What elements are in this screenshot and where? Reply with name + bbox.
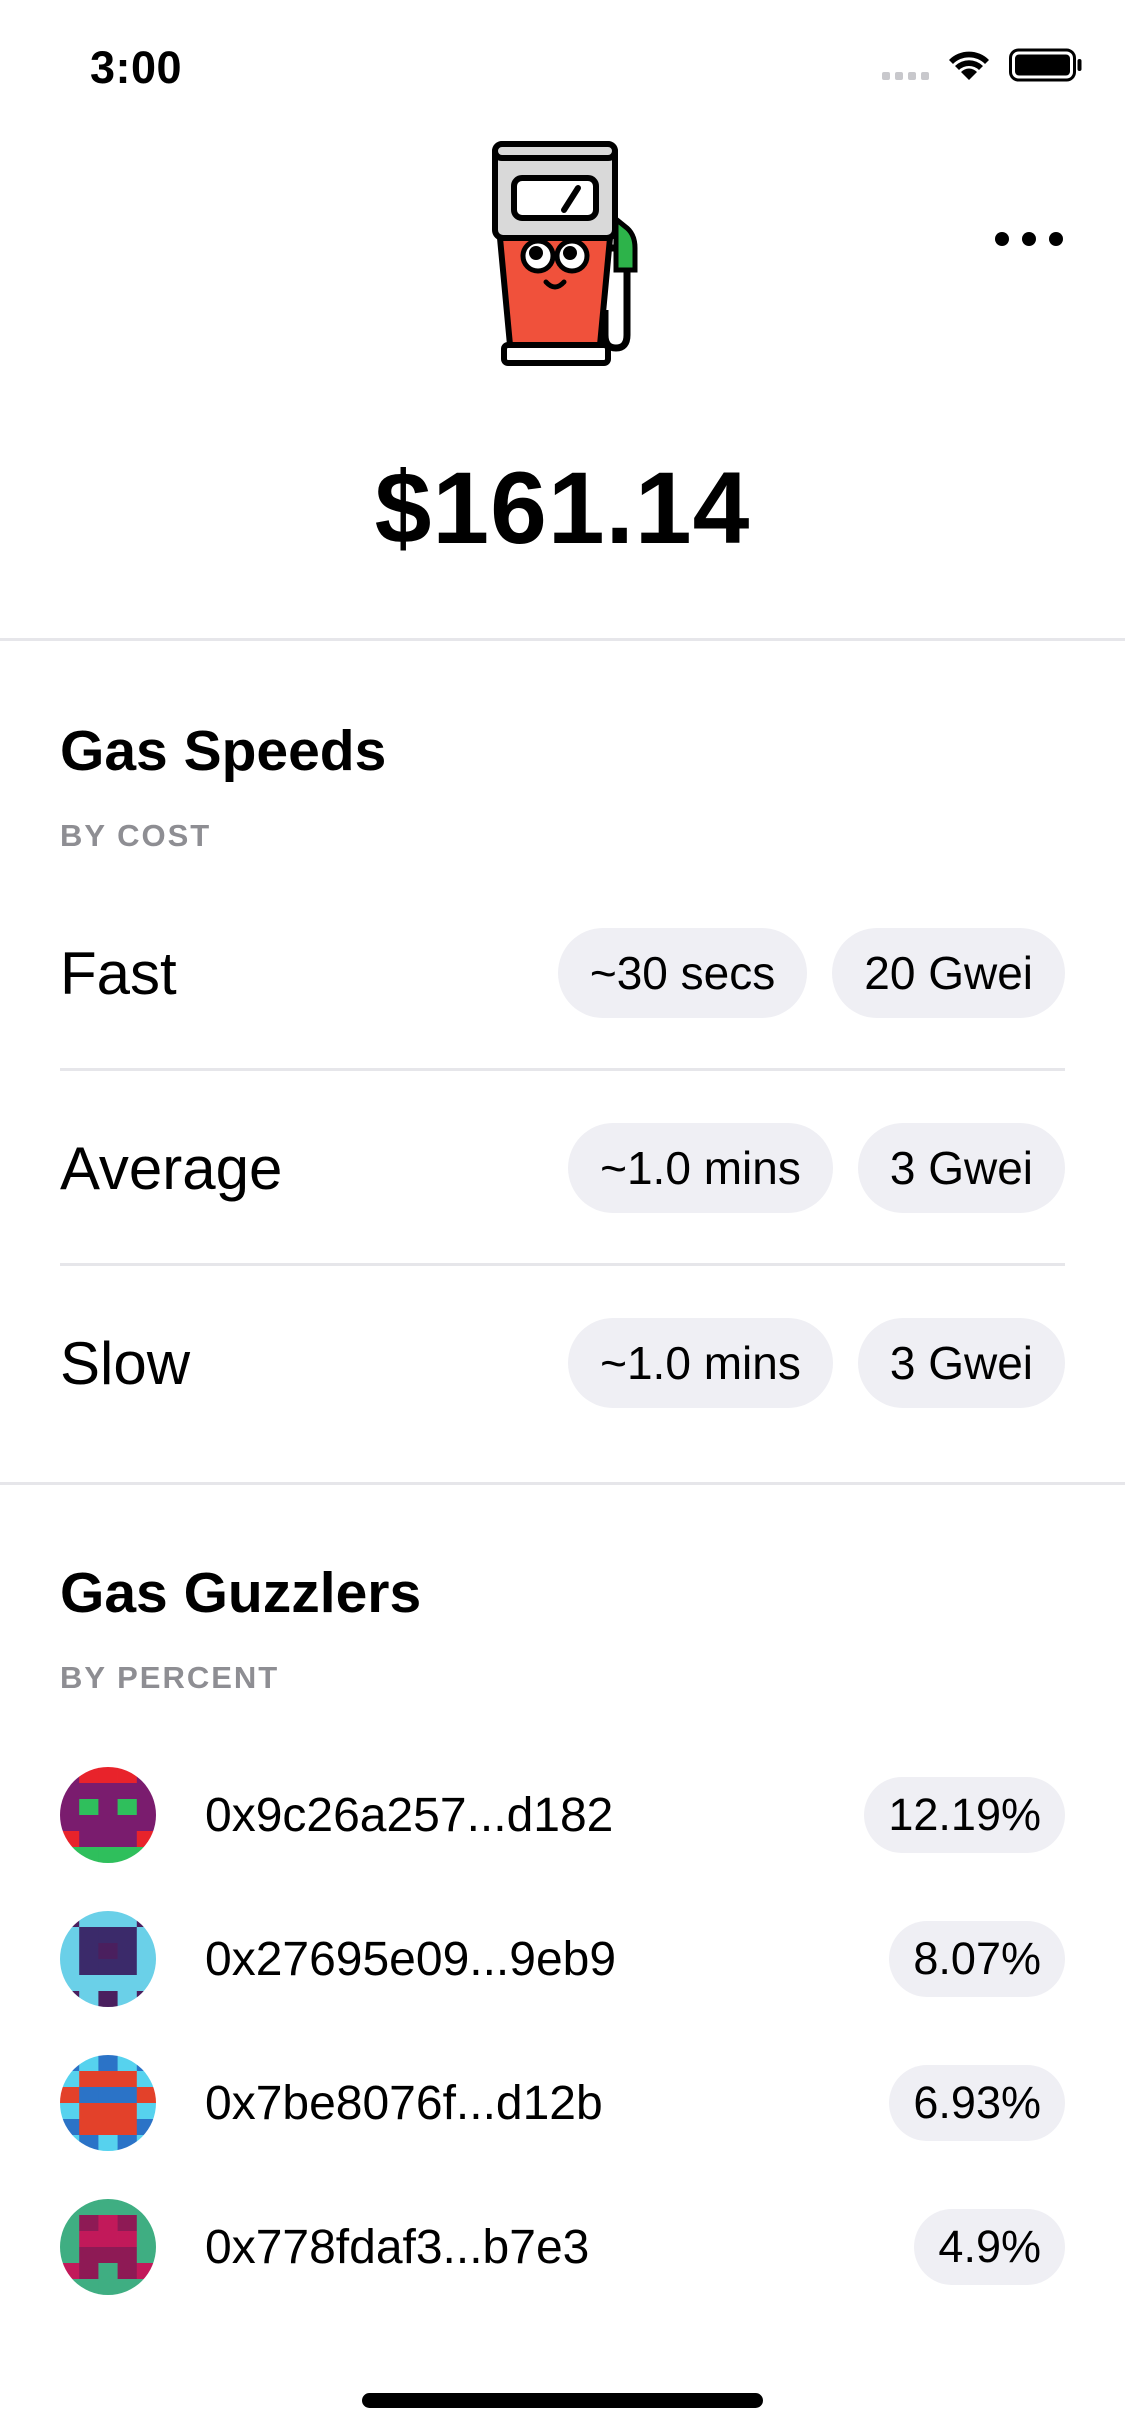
gas-speeds-subtitle: BY COST bbox=[60, 818, 212, 853]
speed-label: Slow bbox=[60, 1329, 191, 1397]
guzzler-address: 0x27695e09...9eb9 bbox=[205, 1932, 617, 1986]
guzzler-address: 0x9c26a257...d182 bbox=[205, 1788, 614, 1842]
guzzler-address: 0x7be8076f...d12b bbox=[205, 2076, 603, 2130]
guzzler-address: 0x778fdaf3...b7e3 bbox=[205, 2220, 590, 2274]
identicon-avatar bbox=[60, 2199, 156, 2295]
status-icons bbox=[882, 48, 1083, 82]
identicon-avatar bbox=[60, 1911, 156, 2007]
guzzler-percent: 4.9% bbox=[914, 2209, 1065, 2285]
speed-label: Fast bbox=[60, 939, 177, 1007]
divider bbox=[0, 1482, 1125, 1485]
divider bbox=[0, 638, 1125, 641]
guzzler-percent: 6.93% bbox=[889, 2065, 1065, 2141]
gas-guzzlers-subtitle: BY PERCENT bbox=[60, 1660, 280, 1695]
speed-price-pill: 20 Gwei bbox=[832, 928, 1065, 1018]
balance-amount: $161.14 bbox=[374, 451, 751, 565]
guzzler-row[interactable]: 0x7be8076f...d12b 6.93% bbox=[60, 2053, 1065, 2153]
guzzler-row[interactable]: 0x27695e09...9eb9 8.07% bbox=[60, 1909, 1065, 2009]
row-divider bbox=[60, 1263, 1065, 1266]
speed-row-average[interactable]: Average ~1.0 mins 3 Gwei bbox=[60, 1088, 1065, 1248]
identicon-avatar bbox=[60, 1767, 156, 1863]
status-time: 3:00 bbox=[90, 42, 183, 93]
guzzler-percent: 12.19% bbox=[864, 1777, 1065, 1853]
gas-speeds-title: Gas Speeds bbox=[60, 719, 387, 783]
speed-label: Average bbox=[60, 1134, 283, 1202]
status-bar: 3:00 bbox=[0, 0, 1125, 132]
speed-time-pill: ~30 secs bbox=[557, 928, 808, 1018]
cellular-signal-icon bbox=[882, 50, 929, 80]
speed-price-pill: 3 Gwei bbox=[857, 1123, 1065, 1213]
gas-guzzlers-title: Gas Guzzlers bbox=[60, 1561, 422, 1625]
speed-price-pill: 3 Gwei bbox=[857, 1318, 1065, 1408]
home-indicator[interactable] bbox=[362, 2393, 763, 2408]
speed-row-slow[interactable]: Slow ~1.0 mins 3 Gwei bbox=[60, 1283, 1065, 1443]
wifi-icon bbox=[949, 51, 989, 80]
guzzler-row[interactable]: 0x778fdaf3...b7e3 4.9% bbox=[60, 2197, 1065, 2297]
speed-time-pill: ~1.0 mins bbox=[568, 1318, 833, 1408]
speed-row-fast[interactable]: Fast ~30 secs 20 Gwei bbox=[60, 893, 1065, 1053]
more-dots-icon[interactable] bbox=[995, 232, 1063, 246]
row-divider bbox=[60, 1068, 1065, 1071]
guzzler-percent: 8.07% bbox=[889, 1921, 1065, 1997]
guzzler-row[interactable]: 0x9c26a257...d182 12.19% bbox=[60, 1765, 1065, 1865]
gas-pump-mascot-icon bbox=[492, 141, 638, 366]
identicon-avatar bbox=[60, 2055, 156, 2151]
battery-icon bbox=[1009, 48, 1082, 82]
speed-time-pill: ~1.0 mins bbox=[568, 1123, 833, 1213]
